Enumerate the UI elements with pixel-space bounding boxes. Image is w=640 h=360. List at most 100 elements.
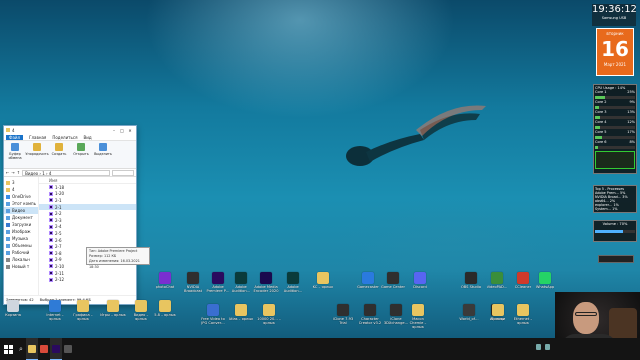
- glasses: [575, 312, 597, 316]
- close-button[interactable]: ✕: [126, 128, 134, 133]
- desktop-icon[interactable]: NVIDIA Broadcast: [180, 272, 206, 293]
- desktop-icon[interactable]: Game Center: [380, 272, 406, 289]
- file-row[interactable]: 2-6: [39, 237, 136, 244]
- desktop-icon[interactable]: Корзина: [0, 300, 26, 317]
- file-row[interactable]: 2-4: [39, 224, 136, 231]
- maximize-button[interactable]: □: [118, 128, 126, 133]
- cpu-core-row: Core 1 25%: [595, 90, 635, 95]
- desktop-icon-label: Ethernet – ярлык: [513, 317, 533, 325]
- cpu-core-value: 12%: [627, 120, 635, 124]
- nav-item[interactable]: OneDrive: [4, 193, 38, 200]
- ribbon-tabs: Файл Главная Поделиться Вид: [4, 134, 136, 141]
- desktop-icon[interactable]: photoChat: [152, 272, 178, 289]
- desktop-icon[interactable]: KC – ярлык: [310, 272, 336, 289]
- ribbon-button[interactable]: Буфер обмена: [6, 143, 24, 166]
- explorer-titlebar[interactable]: 4 – □ ✕: [4, 126, 136, 134]
- forward-icon[interactable]: →: [11, 170, 14, 175]
- media-player-gadget[interactable]: [598, 255, 634, 263]
- taskbar-app-chrome[interactable]: [38, 338, 50, 360]
- desktop-icon[interactable]: WhatsApp: [532, 272, 558, 289]
- ribbon-button[interactable]: Создать: [50, 143, 68, 166]
- nav-item[interactable]: Видео: [4, 207, 38, 214]
- file-row[interactable]: 2-11: [39, 270, 136, 277]
- desktop-icon[interactable]: Atlas – ярлык: [228, 304, 254, 321]
- taskbar-app-obs[interactable]: [62, 338, 74, 360]
- desktop-icon-image: [387, 272, 399, 284]
- desktop-icon[interactable]: Игры – ярлык: [100, 300, 126, 317]
- network-icon[interactable]: [536, 344, 541, 350]
- nav-item-icon: [6, 208, 10, 213]
- nav-item[interactable]: Документ: [4, 214, 38, 221]
- taskbar-app-premiere[interactable]: [50, 338, 62, 360]
- minimize-button[interactable]: –: [110, 128, 118, 133]
- desktop-icon[interactable]: World_of…: [456, 304, 482, 321]
- file-row[interactable]: 2-1: [39, 197, 136, 204]
- desktop-icon-label: KC – ярлык: [312, 285, 334, 289]
- tab-share[interactable]: Поделиться: [52, 135, 77, 140]
- nav-item[interactable]: Рабочий: [4, 249, 38, 256]
- desktop-icon[interactable]: Графика – ярлык: [70, 300, 96, 321]
- ribbon-button[interactable]: Открыть: [72, 143, 90, 166]
- nav-item[interactable]: Локальн: [4, 256, 38, 263]
- volume-icon[interactable]: [545, 344, 550, 350]
- desktop-icon[interactable]: Ethernet – ярлык: [510, 304, 536, 325]
- desktop-icon[interactable]: Discord: [407, 272, 433, 289]
- nav-item[interactable]: Этот компь: [4, 200, 38, 207]
- desktop-icon-label: NVIDIA Broadcast: [183, 285, 202, 293]
- desktop-icon[interactable]: iClone 7.93 Trial: [330, 304, 356, 325]
- top-processes-gadget: Top 5 - Processes Adobe Prem… 5% NVIDIA B…: [593, 185, 637, 213]
- file-explorer-window[interactable]: 4 – □ ✕ Файл Главная Поделиться Вид Буфе…: [3, 125, 137, 305]
- desktop-icon-image: [260, 272, 272, 284]
- file-row[interactable]: 2-2: [39, 210, 136, 217]
- file-row[interactable]: 2-5: [39, 230, 136, 237]
- tab-home[interactable]: Главная: [29, 135, 46, 140]
- desktop-icon[interactable]: 5.8 – ярлык: [152, 300, 178, 317]
- nav-item[interactable]: 3: [4, 179, 38, 186]
- taskbar-app-explorer[interactable]: [26, 338, 38, 360]
- premiere-project-icon: [49, 271, 53, 276]
- file-row[interactable]: 1-18: [39, 184, 136, 191]
- nav-item[interactable]: 4: [4, 186, 38, 193]
- desktop-icon[interactable]: 10000 20… – ярлык: [256, 304, 282, 325]
- desktop-icon-image: [107, 300, 119, 312]
- nav-item[interactable]: Загрузки: [4, 221, 38, 228]
- nav-item-icon: [6, 257, 10, 262]
- cpu-history-graph: [595, 151, 635, 169]
- desktop-icon[interactable]: Видео – ярлык: [128, 300, 154, 321]
- desktop-icon[interactable]: Gamecaster: [355, 272, 381, 289]
- nav-item-icon: [6, 236, 10, 241]
- file-row[interactable]: 1-20: [39, 191, 136, 198]
- nav-item[interactable]: Изображ: [4, 228, 38, 235]
- up-icon[interactable]: ↑: [17, 170, 20, 175]
- desktop-icon[interactable]: OBS Studio: [458, 272, 484, 289]
- desktop-icon[interactable]: Adobe Media Encoder 2020: [253, 272, 279, 293]
- tab-view[interactable]: Вид: [83, 135, 91, 140]
- volume-gadget[interactable]: Volume : 70%: [593, 220, 637, 242]
- desktop-icon[interactable]: VideoPAD…: [484, 272, 510, 289]
- desktop-icon-image: [364, 304, 376, 316]
- desktop-icon[interactable]: Macon Chemie – ярлык: [405, 304, 431, 329]
- desktop-icon[interactable]: Adobe Audition…: [228, 272, 254, 293]
- ribbon-button[interactable]: Упорядочить: [25, 143, 49, 166]
- desktop-icon[interactable]: Adobe Audition…: [280, 272, 306, 293]
- address-input[interactable]: Видео › 1 › 4: [22, 169, 110, 176]
- volume-fill: [595, 230, 623, 233]
- desktop-icon[interactable]: Free Video to JPG Conver…: [200, 304, 226, 325]
- desktop-icon[interactable]: Internet – ярлык: [42, 300, 68, 321]
- nav-item[interactable]: Объемны: [4, 242, 38, 249]
- search-icon[interactable]: ⌕: [16, 338, 26, 360]
- desktop-icon[interactable]: Character Creator v3.2: [357, 304, 383, 325]
- start-button[interactable]: [0, 338, 16, 360]
- ribbon-button[interactable]: Выделить: [94, 143, 112, 166]
- nav-item-icon: [6, 201, 10, 206]
- volume-bar[interactable]: [595, 230, 635, 233]
- search-input[interactable]: [112, 169, 134, 176]
- nav-item[interactable]: Музыка: [4, 235, 38, 242]
- back-icon[interactable]: ←: [6, 170, 9, 175]
- file-row[interactable]: 2-3: [39, 217, 136, 224]
- nav-item[interactable]: Новый т: [4, 263, 38, 270]
- tab-file[interactable]: Файл: [6, 134, 24, 140]
- file-row[interactable]: 2-12: [39, 276, 136, 283]
- desktop-icon[interactable]: Ярлыки: [485, 304, 511, 321]
- file-row[interactable]: 2-1: [39, 203, 136, 211]
